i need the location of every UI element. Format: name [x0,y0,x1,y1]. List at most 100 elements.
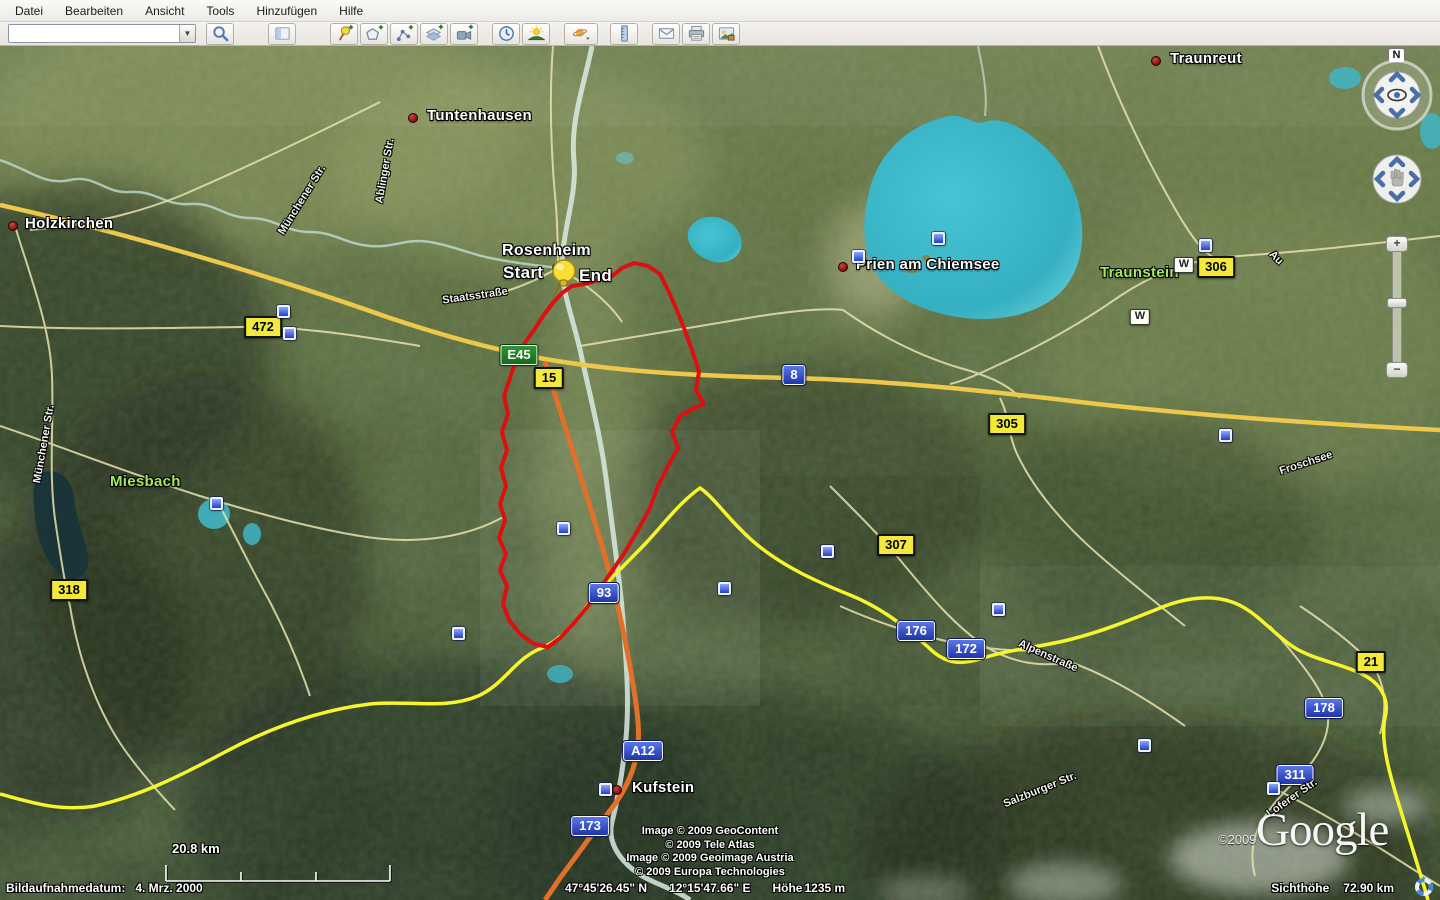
place-label-holzkirchen[interactable]: Holzkirchen [25,215,113,232]
menu-datei[interactable]: Datei [4,1,54,21]
road-name-salzburger-str: Salzburger Str. [1002,770,1078,810]
add-placemark-button[interactable] [330,23,358,45]
geo-web-marker[interactable] [718,582,731,595]
toolbar: ▼ [0,22,1440,46]
planets-button[interactable] [564,23,598,45]
place-dot-prien-am-chiemsee[interactable] [838,262,848,272]
road-name-froschsee: Froschsee [1278,449,1334,477]
search-button[interactable] [206,23,234,45]
attribution-line: © 2009 Europa Technologies [575,866,845,880]
place-dot-tuntenhausen[interactable] [408,113,418,123]
geo-web-marker[interactable] [1267,782,1280,795]
scale-ruler [158,859,398,883]
add-path-icon [395,24,414,43]
place-label-tuntenhausen[interactable]: Tuntenhausen [427,107,532,124]
add-path-button[interactable] [390,23,418,45]
eye-altitude-label: Sichthöhe [1271,881,1329,895]
zoom-in-button[interactable]: + [1386,236,1408,252]
road-shield-472: 472 [244,316,282,338]
geo-web-marker[interactable] [1138,739,1151,752]
imagery-date-label: Bildaufnahmedatum: [6,881,125,895]
map-viewport[interactable]: TuntenhausenHolzkirchenRosenheimStartEnd… [0,46,1440,900]
google-logo-copyright: ©2009 [1218,832,1257,847]
geo-web-marker[interactable] [599,783,612,796]
chevron-down-icon[interactable]: ▼ [179,25,195,42]
sun-icon [527,24,546,43]
place-dot-traunreut[interactable] [1151,56,1161,66]
imagery-date-value: 4. Mrz. 2000 [135,881,202,895]
ruler-button[interactable] [610,23,638,45]
geo-web-marker[interactable] [283,327,296,340]
menu-hinzuf-gen[interactable]: Hinzufügen [245,1,328,21]
search-icon [211,24,230,43]
menu-ansicht[interactable]: Ansicht [134,1,195,21]
email-button[interactable] [652,23,680,45]
search-combobox[interactable]: ▼ [8,24,196,43]
menu-hilfe[interactable]: Hilfe [328,1,374,21]
sunlight-button[interactable] [522,23,550,45]
historical-imagery-button[interactable] [492,23,520,45]
geo-web-marker[interactable] [992,603,1005,616]
add-image-overlay-icon [425,24,444,43]
add-placemark-icon [335,24,354,43]
elevation-value: 1235 m [804,881,845,895]
imagery-attribution: Image © 2009 GeoContent© 2009 Tele Atlas… [575,825,845,879]
place-label-miesbach[interactable]: Miesbach [110,473,181,490]
menu-bar: DateiBearbeitenAnsichtToolsHinzufügenHil… [0,0,1440,22]
geo-web-marker[interactable] [932,232,945,245]
latitude-value: 47°45'26.45" N [565,881,647,895]
attribution-line: © 2009 Tele Atlas [575,839,845,853]
record-tour-icon [455,24,474,43]
geo-web-marker[interactable] [852,250,865,263]
geo-web-marker[interactable] [821,545,834,558]
place-label-prien-am-chiemsee[interactable]: Prien am Chiemsee [856,256,1000,273]
road-shield-93: 93 [589,583,619,603]
road-shield-305: 305 [988,413,1026,435]
add-polygon-button[interactable] [360,23,388,45]
elevation-label: Höhe [772,881,802,895]
menu-bearbeiten[interactable]: Bearbeiten [54,1,134,21]
move-joystick[interactable] [1368,150,1426,208]
streaming-indicator-icon [1414,877,1434,897]
attribution-line: Image © 2009 GeoContent [575,825,845,839]
clock-icon [497,24,516,43]
route-pushpin[interactable] [536,256,584,308]
zoom-slider[interactable]: + − [1386,236,1408,378]
road-shield-178: 178 [1305,698,1343,718]
saturn-icon [572,24,591,43]
place-dot-holzkirchen[interactable] [8,221,18,231]
save-image-icon [717,24,736,43]
zoom-out-button[interactable]: − [1386,362,1408,378]
search-input[interactable] [9,26,179,41]
place-label-kufstein[interactable]: Kufstein [632,779,694,796]
geo-web-marker[interactable] [277,305,290,318]
geo-web-marker[interactable] [210,497,223,510]
place-dot-kufstein[interactable] [612,785,622,795]
zoom-handle[interactable] [1387,298,1407,308]
menu-tools[interactable]: Tools [195,1,245,21]
geo-web-marker[interactable] [1199,239,1212,252]
save-image-button[interactable] [712,23,740,45]
road-shield-306: 306 [1197,256,1235,278]
geo-web-marker[interactable] [1219,429,1232,442]
longitude-value: 12°15'47.66" E [669,881,750,895]
road-shield-172: 172 [947,639,985,659]
road-name-staatsstra-e: Staatsstraße [441,285,508,306]
road-name-alpenstra-e: Alpenstraße [1017,638,1080,675]
ruler-icon [615,24,634,43]
place-label-traunstein[interactable]: Traunstein [1100,264,1179,281]
sidebar-toggle-button[interactable] [268,23,296,45]
place-label-traunreut[interactable]: Traunreut [1170,50,1242,67]
road-shield-21: 21 [1356,651,1386,673]
road-name-ablinger-str: Ablinger Str. [373,138,396,204]
road-name-m-nchener-str: Münchener Str. [31,404,57,484]
road-shield-318: 318 [50,579,88,601]
geo-web-marker[interactable] [452,627,465,640]
print-button[interactable] [682,23,710,45]
road-name-au: Au [1267,249,1286,268]
look-joystick[interactable] [1360,58,1434,132]
attribution-line: Image © 2009 Geoimage Austria [575,852,845,866]
geo-web-marker[interactable] [557,522,570,535]
record-tour-button[interactable] [450,23,478,45]
add-image-overlay-button[interactable] [420,23,448,45]
